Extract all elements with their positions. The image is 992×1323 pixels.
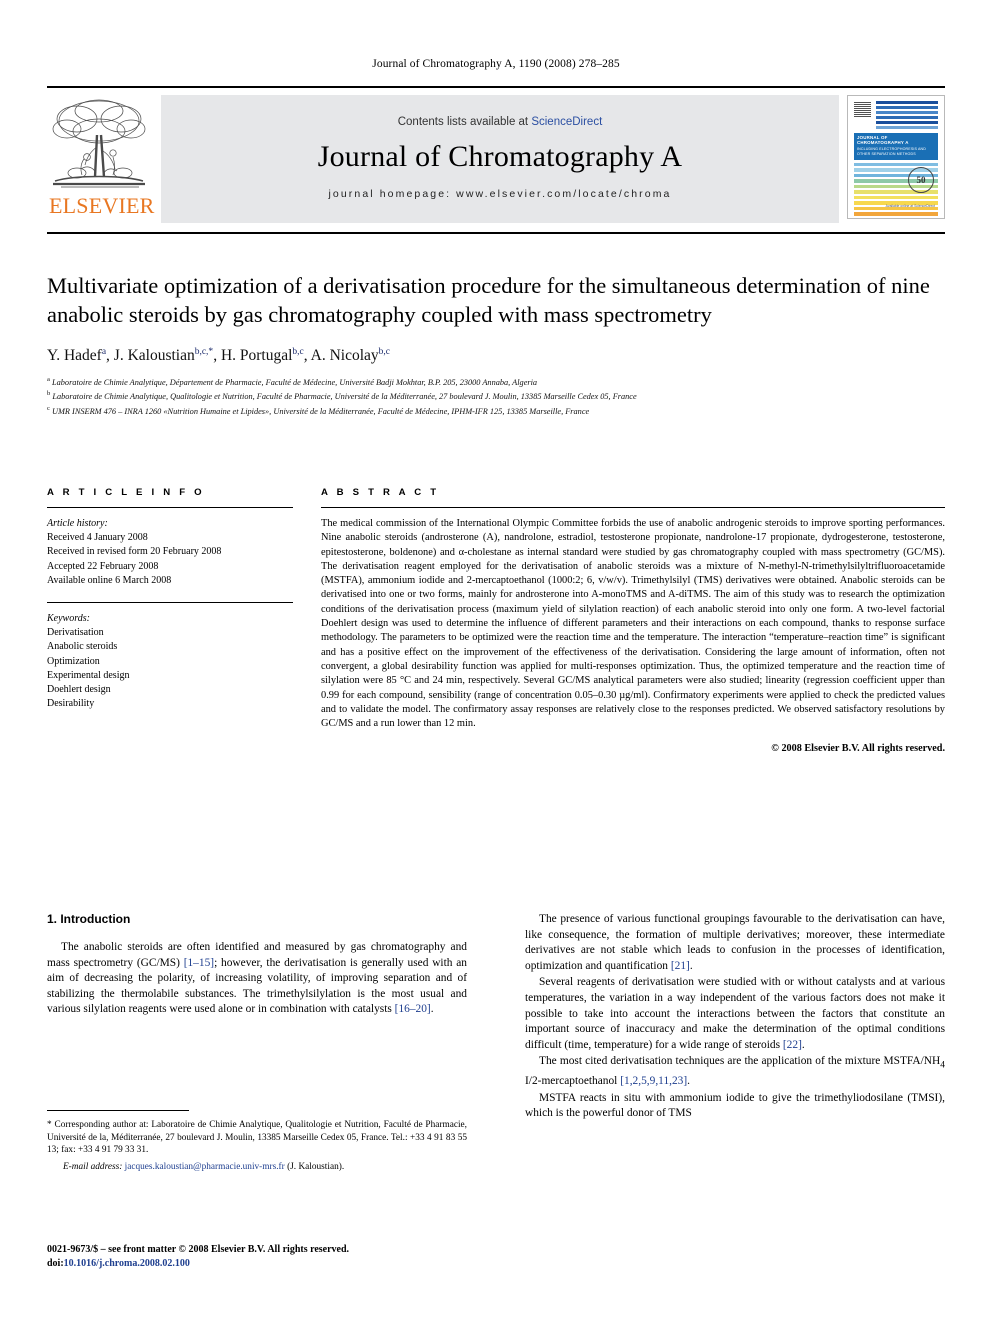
abstract-copyright: © 2008 Elsevier B.V. All rights reserved… [771, 743, 945, 755]
citation-reference[interactable]: [1,2,5,9,11,23] [620, 1075, 687, 1087]
cover-anniversary-badge: 50 [908, 167, 934, 193]
affiliation-text: Laboratoire de Chimie Analytique, Qualit… [50, 392, 637, 402]
introduction-right-paragraphs: The presence of various functional group… [525, 912, 945, 1122]
journal-title: Journal of Chromatography A [317, 140, 683, 173]
journal-homepage[interactable]: journal homepage: www.elsevier.com/locat… [328, 188, 671, 200]
cover-subtitle-text: INCLUDING ELECTROPHORESIS AND OTHER SEPA… [857, 147, 927, 156]
elsevier-wordmark: ELSEVIER [49, 193, 155, 218]
keyword-item: Desirability [47, 698, 95, 710]
article-history-item: Accepted 22 February 2008 [47, 560, 159, 572]
footnote-email-line: E-mail address: jacques.kaloustian@pharm… [47, 1161, 467, 1174]
body-column-gap [467, 912, 525, 1123]
abstract-text: The medical commission of the Internatio… [321, 518, 945, 730]
article-history-item: Received in revised form 20 February 200… [47, 546, 222, 558]
info-abstract-region: A R T I C L E I N F O Article history: R… [47, 487, 945, 754]
page-title: Multivariate optimization of a derivatis… [47, 273, 930, 327]
elsevier-tree-icon [47, 95, 151, 191]
sciencedirect-link[interactable]: ScienceDirect [531, 116, 602, 128]
article-history-label: Article history: [47, 518, 108, 529]
affiliation-text: Laboratoire de Chimie Analytique, Départ… [49, 377, 538, 387]
doi-line: doi:10.1016/j.chroma.2008.02.100 [47, 1257, 507, 1271]
body-paragraph: The most cited derivatisation techniques… [525, 1055, 945, 1088]
author-name: A. Nicolay [310, 347, 379, 365]
body-paragraph: MSTFA reacts in situ with ammonium iodid… [525, 1091, 945, 1120]
running-head: Journal of Chromatography A, 1190 (2008)… [372, 58, 620, 70]
title-block: Multivariate optimization of a derivatis… [47, 272, 945, 417]
author-affiliation-marker: b,c,* [194, 347, 214, 357]
doi-value[interactable]: 10.1016/j.chroma.2008.02.100 [64, 1258, 190, 1269]
affiliation-item: b Laboratoire de Chimie Analytique, Qual… [47, 388, 945, 402]
article-info-column: A R T I C L E I N F O Article history: R… [47, 487, 293, 754]
keywords-block: Keywords: Derivatisation Anabolic steroid… [47, 602, 293, 711]
cover-top-stripes [876, 101, 938, 131]
keyword-item: Optimization [47, 655, 100, 667]
corresponding-author-footnote: * Corresponding author at: Laboratoire d… [47, 1110, 467, 1173]
corresponding-author-email[interactable]: jacques.kaloustian@pharmacie.univ-mrs.fr [125, 1162, 285, 1172]
elsevier-logo: ELSEVIER [47, 95, 155, 223]
cover-barcode-icon [854, 102, 871, 117]
article-first-page: Journal of Chromatography A, 1190 (2008)… [0, 0, 992, 1323]
contents-prefix: Contents lists available at [397, 116, 532, 128]
citation-reference[interactable]: [22] [783, 1039, 802, 1051]
contents-available-line: Contents lists available at ScienceDirec… [398, 116, 603, 128]
cover-title-band: JOURNAL OF CHROMATOGRAPHY A INCLUDING EL… [854, 133, 938, 160]
affiliation-list: a Laboratoire de Chimie Analytique, Dépa… [47, 374, 945, 417]
cover-title-text: JOURNAL OF CHROMATOGRAPHY A [857, 135, 909, 145]
cover-footer-text: Available online at ScienceDirect [885, 204, 935, 208]
keyword-item: Experimental design [47, 669, 130, 681]
keywords-list: Derivatisation Anabolic steroids Optimizat… [47, 626, 293, 711]
body-left-column: 1. Introduction The anabolic steroids ar… [47, 912, 467, 1123]
author-name: Y. Hadef [47, 347, 102, 365]
journal-cover-thumbnail: JOURNAL OF CHROMATOGRAPHY A INCLUDING EL… [847, 95, 945, 219]
author-affiliation-marker: b,c [292, 347, 304, 357]
introduction-heading: 1. Introduction [47, 912, 131, 926]
abstract-rule [321, 507, 945, 508]
keyword-item: Derivatisation [47, 627, 104, 639]
body-columns: 1. Introduction The anabolic steroids ar… [47, 912, 945, 1123]
column-gap [293, 487, 321, 754]
article-info-heading: A R T I C L E I N F O [47, 487, 205, 498]
author-separator: , [303, 347, 311, 365]
author-separator: , [213, 347, 221, 365]
footnote-text: * Corresponding author at: Laboratoire d… [47, 1120, 467, 1156]
author-name: J. Kaloustian [113, 347, 195, 365]
affiliation-item: c UMR INSERM 476 – INRA 1260 «Nutrition … [47, 403, 945, 417]
keyword-item: Doehlert design [47, 684, 111, 696]
masthead-bottom-rule [47, 232, 945, 234]
author-list: Y. Hadefa, J. Kaloustianb,c,*, H. Portug… [47, 347, 945, 365]
imprint-block: 0021-9673/$ – see front matter © 2008 El… [47, 1243, 507, 1270]
author-separator: , [106, 347, 114, 365]
sciencedirect-banner: Contents lists available at ScienceDirec… [161, 95, 839, 223]
body-paragraph: The anabolic steroids are often identifi… [47, 941, 467, 1016]
keywords-label: Keywords: [47, 613, 90, 625]
citation-reference[interactable]: [16–20] [395, 1003, 431, 1015]
journal-masthead: ELSEVIER Contents lists available at Sci… [47, 86, 945, 234]
body-paragraph: The presence of various functional group… [525, 913, 945, 972]
keywords-rule [47, 602, 293, 604]
issn-copyright-line: 0021-9673/$ – see front matter © 2008 El… [47, 1244, 350, 1255]
article-info-rule [47, 507, 293, 508]
article-history-list: Received 4 January 2008 Received in revis… [47, 531, 293, 588]
doi-label: doi: [47, 1257, 64, 1269]
affiliation-item: a Laboratoire de Chimie Analytique, Dépa… [47, 374, 945, 388]
abstract-heading: A B S T R A C T [321, 487, 440, 498]
citation-reference[interactable]: [21] [671, 960, 690, 972]
email-owner: (J. Kaloustian). [287, 1161, 345, 1172]
body-paragraph: Several reagents of derivatisation were … [525, 976, 945, 1051]
article-history-item: Received 4 January 2008 [47, 532, 148, 544]
article-history-item: Available online 6 March 2008 [47, 574, 172, 586]
masthead-top-rule [47, 86, 945, 88]
body-right-column: The presence of various functional group… [525, 912, 945, 1123]
introduction-left-paragraphs: The anabolic steroids are often identifi… [47, 940, 467, 1018]
footnote-rule [47, 1110, 189, 1111]
affiliation-text: UMR INSERM 476 – INRA 1260 «Nutrition Hu… [49, 406, 590, 416]
keyword-item: Anabolic steroids [47, 641, 118, 653]
author-name: H. Portugal [220, 347, 293, 365]
abstract-column: A B S T R A C T The medical commission o… [321, 487, 945, 754]
author-affiliation-marker: b,c [378, 347, 391, 357]
email-address-label: E-mail address: [63, 1161, 123, 1172]
citation-reference[interactable]: [1–15] [184, 957, 214, 969]
